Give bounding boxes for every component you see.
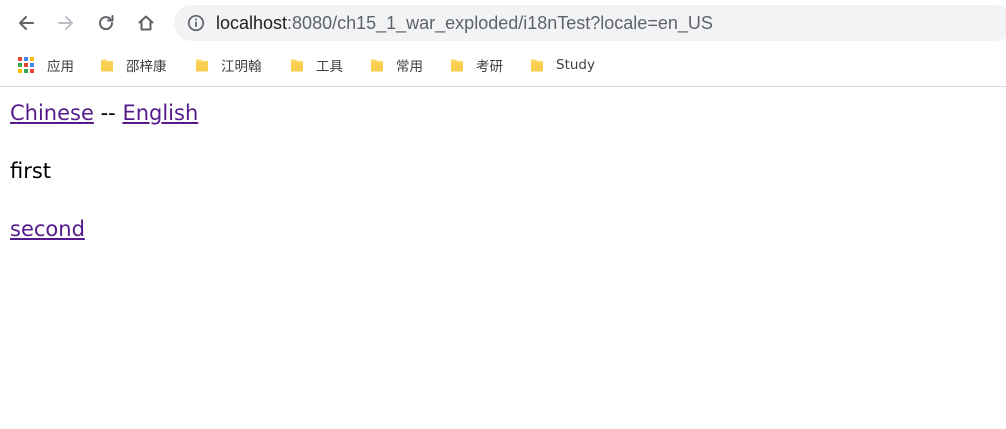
first-text: first: [10, 159, 52, 183]
folder-icon: [531, 59, 543, 72]
home-icon: [138, 15, 154, 31]
bookmark-folder[interactable]: 邵梓康: [98, 52, 167, 78]
arrow-right-icon: [58, 16, 73, 30]
bookmark-label: 应用: [47, 59, 74, 75]
bookmark-folder[interactable]: 常用: [368, 52, 423, 78]
separator: --: [100, 101, 116, 125]
browser-toolbar: localhost:8080/ch15_1_war_exploded/i18nT…: [0, 0, 1006, 46]
arrow-left-icon: [19, 16, 34, 30]
forward-button[interactable]: [51, 8, 81, 38]
url-text[interactable]: localhost:8080/ch15_1_war_exploded/i18nT…: [216, 13, 713, 33]
second-link[interactable]: second: [10, 217, 85, 241]
bookmark-folder[interactable]: 江明翰: [193, 52, 262, 78]
bookmarks-bar: 应用 邵梓康 江明翰 工具 常用 考研 Study: [0, 50, 1006, 80]
url-path: :8080/ch15_1_war_exploded/i18nTest?local…: [287, 13, 713, 33]
apps-grid-icon: [18, 57, 34, 73]
page-content: Chinese -- English first second: [0, 88, 1006, 429]
folder-icon: [291, 59, 303, 72]
address-bar[interactable]: localhost:8080/ch15_1_war_exploded/i18nT…: [174, 5, 1006, 41]
bookmark-apps[interactable]: 应用: [18, 52, 74, 78]
bookmark-label: 工具: [316, 59, 343, 75]
chinese-link[interactable]: Chinese: [10, 101, 94, 125]
bookmark-folder[interactable]: 工具: [288, 52, 343, 78]
folder-icon: [196, 59, 208, 72]
bookmark-label: 考研: [476, 59, 503, 75]
reload-icon: [99, 15, 114, 31]
home-button[interactable]: [131, 8, 161, 38]
info-icon[interactable]: [187, 14, 205, 32]
back-button[interactable]: [11, 8, 41, 38]
url-host: localhost: [216, 13, 288, 33]
bookmark-label: 江明翰: [221, 59, 262, 75]
browser-chrome: localhost:8080/ch15_1_war_exploded/i18nT…: [0, 0, 1006, 87]
folder-icon: [451, 59, 463, 72]
bookmark-label: 常用: [396, 59, 423, 75]
second-line: second: [10, 216, 85, 242]
folder-icon: [101, 59, 113, 72]
bookmark-label: Study: [556, 57, 595, 73]
english-link[interactable]: English: [122, 101, 198, 125]
bookmark-folder[interactable]: 考研: [448, 52, 503, 78]
language-switcher: Chinese -- English: [10, 100, 198, 126]
reload-button[interactable]: [91, 8, 121, 38]
bookmark-folder[interactable]: Study: [528, 52, 595, 78]
folder-icon: [371, 59, 383, 72]
bookmark-label: 邵梓康: [126, 59, 167, 75]
